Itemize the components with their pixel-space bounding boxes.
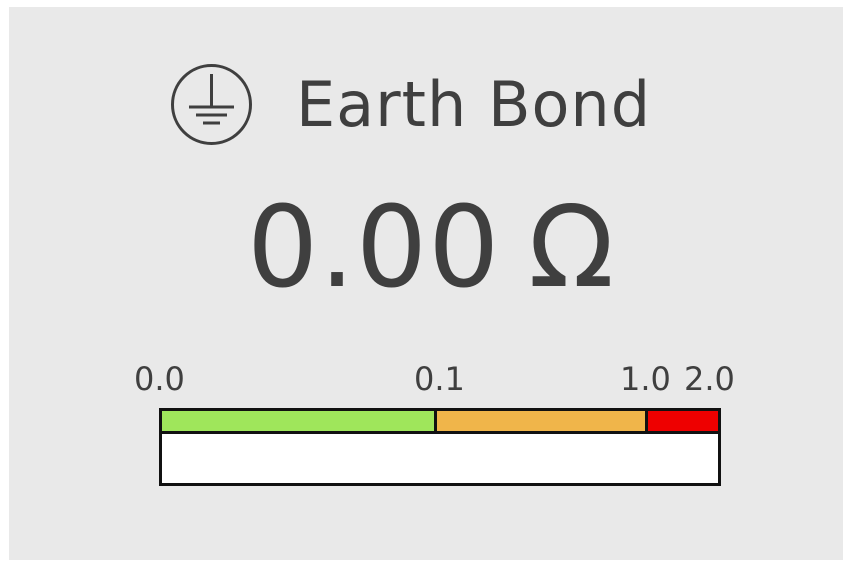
resistance-meter: [159, 408, 721, 486]
reading-unit: Ω: [528, 183, 615, 313]
band-warning: [437, 411, 648, 431]
resistance-reading: 0.00 Ω: [9, 192, 844, 304]
page-title: Earth Bond: [296, 68, 652, 141]
band-good: [162, 411, 437, 431]
reading-value: 0.00: [247, 183, 501, 313]
scale-label-min: 0.0: [134, 360, 185, 398]
earth-ground-icon: [171, 64, 252, 145]
scale-label-good-limit: 0.1: [414, 360, 465, 398]
header: Earth Bond: [169, 62, 651, 147]
meter-bands: [162, 411, 718, 434]
scale-label-max: 2.0: [684, 360, 735, 398]
band-fail: [648, 411, 718, 431]
meter-fill-area: [162, 434, 718, 483]
scale-label-warning-limit: 1.0: [620, 360, 671, 398]
earth-bond-panel: Earth Bond 0.00 Ω 0.0 0.1 1.0 2.0: [9, 7, 843, 560]
